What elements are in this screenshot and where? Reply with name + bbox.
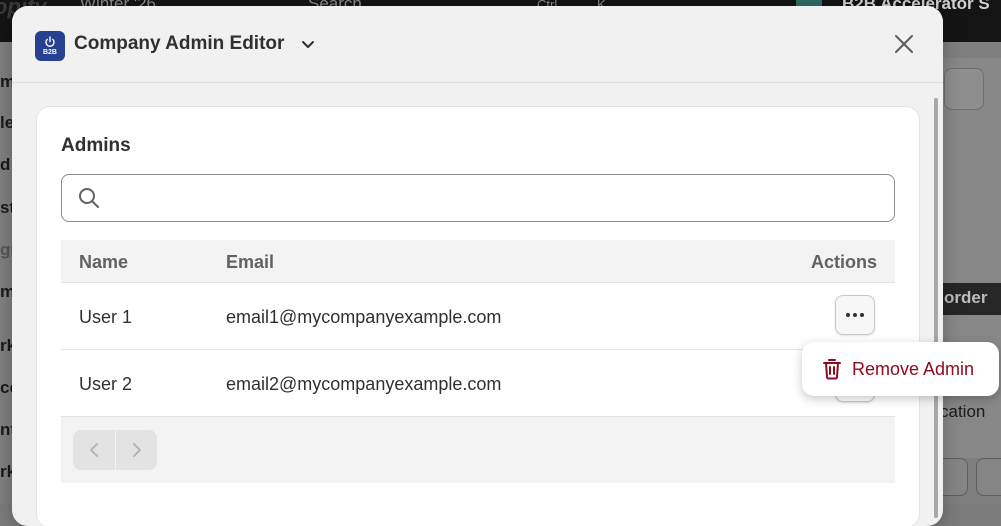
chevron-left-icon	[90, 443, 98, 457]
table-header: Name Email Actions	[61, 240, 895, 283]
admin-email: email1@mycompanyexample.com	[226, 307, 502, 327]
background-right-panel	[940, 58, 1001, 458]
admin-name: User 1	[79, 307, 133, 327]
search-icon	[79, 188, 99, 208]
background-location-label: cation	[940, 402, 986, 421]
more-horizontal-icon	[846, 313, 864, 317]
remove-admin-button[interactable]: Remove Admin	[810, 350, 991, 388]
company-admin-editor-modal: B2B Company Admin Editor Admins Name Ema…	[12, 6, 943, 526]
remove-admin-label: Remove Admin	[852, 358, 975, 379]
power-icon	[45, 35, 55, 47]
pagination-bar	[61, 417, 895, 483]
table-row: User 2 email2@mycompanyexample.com	[61, 350, 895, 417]
background-up-button	[944, 68, 984, 110]
admins-card: Admins Name Email Actions User 1 email1@…	[36, 106, 920, 526]
modal-scrollbar[interactable]	[934, 98, 938, 518]
next-page-button[interactable]	[116, 430, 157, 470]
app-icon-label: B2B	[42, 48, 57, 56]
chevron-right-icon	[133, 443, 141, 457]
row-actions-popover: Remove Admin	[802, 342, 999, 396]
admin-email: email2@mycompanyexample.com	[226, 374, 502, 394]
admin-search-box[interactable]	[61, 174, 895, 222]
admins-heading: Admins	[61, 135, 131, 156]
background-sort-button	[976, 458, 1001, 496]
modal-header: B2B Company Admin Editor	[12, 6, 943, 83]
pagination	[73, 430, 157, 470]
chevron-down-icon[interactable]	[301, 40, 315, 50]
column-header-actions: Actions	[811, 252, 878, 272]
admin-name: User 2	[79, 374, 133, 394]
column-header-name: Name	[79, 252, 129, 272]
trash-icon	[823, 359, 841, 380]
column-header-email: Email	[226, 252, 275, 272]
row-actions-button[interactable]	[835, 295, 875, 335]
background-order-button: order	[938, 283, 1001, 315]
b2b-app-icon: B2B	[35, 31, 65, 61]
admin-search-input[interactable]	[110, 181, 884, 215]
background-sidebar-item: d	[0, 155, 11, 174]
admins-table: Name Email Actions User 1 email1@mycompa…	[61, 240, 895, 483]
modal-title[interactable]: Company Admin Editor	[74, 33, 284, 55]
close-icon[interactable]	[892, 32, 916, 56]
table-row: User 1 email1@mycompanyexample.com	[61, 283, 895, 350]
previous-page-button[interactable]	[73, 430, 115, 470]
